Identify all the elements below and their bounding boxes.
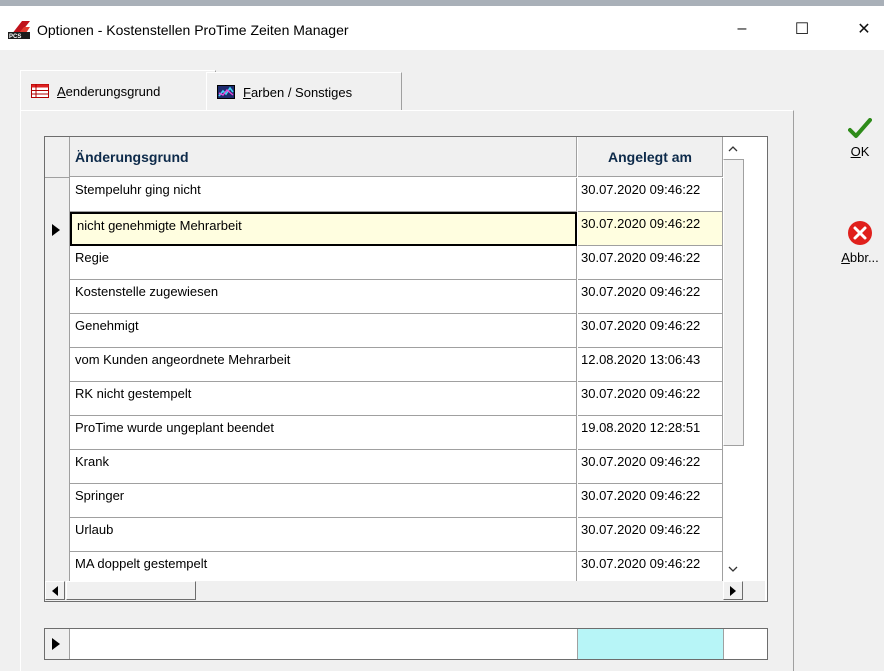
tab-aenderungsgrund[interactable]: Aenderungsgrund: [20, 70, 216, 111]
reason-cell[interactable]: RK nicht gestempelt: [70, 382, 577, 416]
minimize-button[interactable]: –: [722, 14, 762, 44]
current-row-pointer-icon: [52, 638, 60, 650]
cancel-button[interactable]: Abbr...: [834, 220, 884, 265]
arrow-right-icon: [730, 585, 736, 596]
reason-cell[interactable]: ProTime wurde ungeplant beendet: [70, 416, 577, 450]
reason-cell[interactable]: vom Kunden angeordnete Mehrarbeit: [70, 348, 577, 382]
table-row[interactable]: Regie 30.07.2020 09:46:22: [45, 246, 723, 281]
checkmark-icon: [848, 118, 872, 138]
horizontal-scroll-thumb[interactable]: [66, 581, 196, 600]
grid-rows: Stempeluhr ging nicht 30.07.2020 09:46:22…: [45, 178, 723, 587]
scroll-up-button[interactable]: [723, 139, 743, 159]
pcs-logo-icon: PCS: [8, 21, 30, 39]
created-cell[interactable]: 30.07.2020 09:46:22: [578, 518, 723, 552]
row-indicator[interactable]: [45, 246, 70, 281]
table-row[interactable]: Springer 30.07.2020 09:46:22: [45, 484, 723, 519]
cancel-label: Abbr...: [841, 250, 879, 265]
scroll-down-button[interactable]: [723, 559, 743, 579]
created-cell[interactable]: 30.07.2020 09:46:22: [578, 484, 723, 518]
ok-label: OK: [850, 144, 870, 159]
reason-cell[interactable]: Krank: [70, 450, 577, 484]
row-indicator[interactable]: [45, 348, 70, 383]
reason-cell[interactable]: Genehmigt: [70, 314, 577, 348]
table-row[interactable]: RK nicht gestempelt 30.07.2020 09:46:22: [45, 382, 723, 417]
cancel-x-icon: [848, 221, 872, 245]
chevron-up-icon: [728, 146, 738, 152]
row-indicator[interactable]: [45, 484, 70, 519]
column-header-reason[interactable]: Änderungsgrund: [70, 137, 577, 177]
table-row[interactable]: Urlaub 30.07.2020 09:46:22: [45, 518, 723, 553]
created-cell[interactable]: 19.08.2020 12:28:51: [578, 416, 723, 450]
vertical-scrollbar[interactable]: [723, 137, 765, 581]
options-dialog: PCS Optionen - Kostenstellen ProTime Zei…: [0, 6, 884, 671]
table-row[interactable]: Krank 30.07.2020 09:46:22: [45, 450, 723, 485]
maximize-button[interactable]: ☐: [782, 14, 822, 44]
created-cell[interactable]: 12.08.2020 13:06:43: [578, 348, 723, 382]
ok-button[interactable]: OK: [834, 118, 884, 159]
row-indicator[interactable]: [45, 280, 70, 315]
created-cell[interactable]: 30.07.2020 09:46:22: [578, 382, 723, 416]
table-row[interactable]: Kostenstelle zugewiesen 30.07.2020 09:46:…: [45, 280, 723, 315]
table-row[interactable]: Stempeluhr ging nicht 30.07.2020 09:46:22: [45, 178, 723, 213]
created-cell[interactable]: 30.07.2020 09:46:22: [578, 178, 723, 212]
vertical-scroll-thumb[interactable]: [723, 159, 744, 446]
new-entry-row[interactable]: [44, 628, 768, 660]
close-button[interactable]: ✕: [844, 14, 884, 44]
created-cell[interactable]: 30.07.2020 09:46:22: [578, 450, 723, 484]
reasons-grid[interactable]: Änderungsgrund Angelegt am Stempeluhr gi…: [44, 136, 768, 602]
tab-farben-sonstiges[interactable]: Farben / Sonstiges: [206, 72, 402, 111]
reason-cell[interactable]: nicht genehmigte Mehrarbeit: [70, 212, 577, 246]
table-row[interactable]: Genehmigt 30.07.2020 09:46:22: [45, 314, 723, 349]
reason-cell[interactable]: Kostenstelle zugewiesen: [70, 280, 577, 314]
column-header-created[interactable]: Angelegt am: [578, 137, 723, 177]
new-reason-cell[interactable]: [70, 629, 578, 659]
reason-cell[interactable]: Stempeluhr ging nicht: [70, 178, 577, 212]
table-row[interactable]: vom Kunden angeordnete Mehrarbeit 12.08.2…: [45, 348, 723, 383]
reason-cell[interactable]: Urlaub: [70, 518, 577, 552]
row-indicator-header: [45, 137, 70, 178]
row-indicator[interactable]: [45, 416, 70, 451]
tab-label: Farben / Sonstiges: [243, 84, 353, 100]
window-title: Optionen - Kostenstellen ProTime Zeiten …: [37, 22, 349, 38]
created-cell[interactable]: 30.07.2020 09:46:22: [578, 246, 723, 280]
current-row-pointer-icon: [52, 224, 60, 236]
chevron-down-icon: [728, 566, 738, 572]
reason-cell[interactable]: Regie: [70, 246, 577, 280]
table-row-selected[interactable]: nicht genehmigte Mehrarbeit 30.07.2020 09…: [45, 212, 723, 247]
horizontal-scrollbar[interactable]: [45, 581, 765, 601]
row-indicator[interactable]: [45, 629, 70, 659]
scroll-left-button[interactable]: [45, 581, 65, 600]
row-indicator[interactable]: [45, 382, 70, 417]
tab-label: Aenderungsgrund: [57, 83, 161, 99]
row-indicator[interactable]: [45, 314, 70, 349]
chart-icon: [217, 85, 235, 99]
row-indicator[interactable]: [45, 178, 70, 213]
created-cell[interactable]: 30.07.2020 09:46:22: [578, 280, 723, 314]
scroll-right-button[interactable]: [723, 581, 743, 600]
row-indicator[interactable]: [45, 518, 70, 553]
table-icon: [31, 84, 49, 98]
table-row[interactable]: ProTime wurde ungeplant beendet 19.08.202…: [45, 416, 723, 451]
created-cell[interactable]: 30.07.2020 09:46:22: [578, 314, 723, 348]
svg-text:PCS: PCS: [9, 34, 21, 39]
created-cell[interactable]: 30.07.2020 09:46:22: [578, 212, 723, 246]
reason-cell[interactable]: Springer: [70, 484, 577, 518]
title-bar[interactable]: PCS Optionen - Kostenstellen ProTime Zei…: [0, 6, 884, 50]
row-indicator[interactable]: [45, 450, 70, 485]
new-created-cell[interactable]: [578, 629, 724, 659]
row-indicator[interactable]: [45, 212, 70, 247]
arrow-left-icon: [52, 585, 58, 596]
